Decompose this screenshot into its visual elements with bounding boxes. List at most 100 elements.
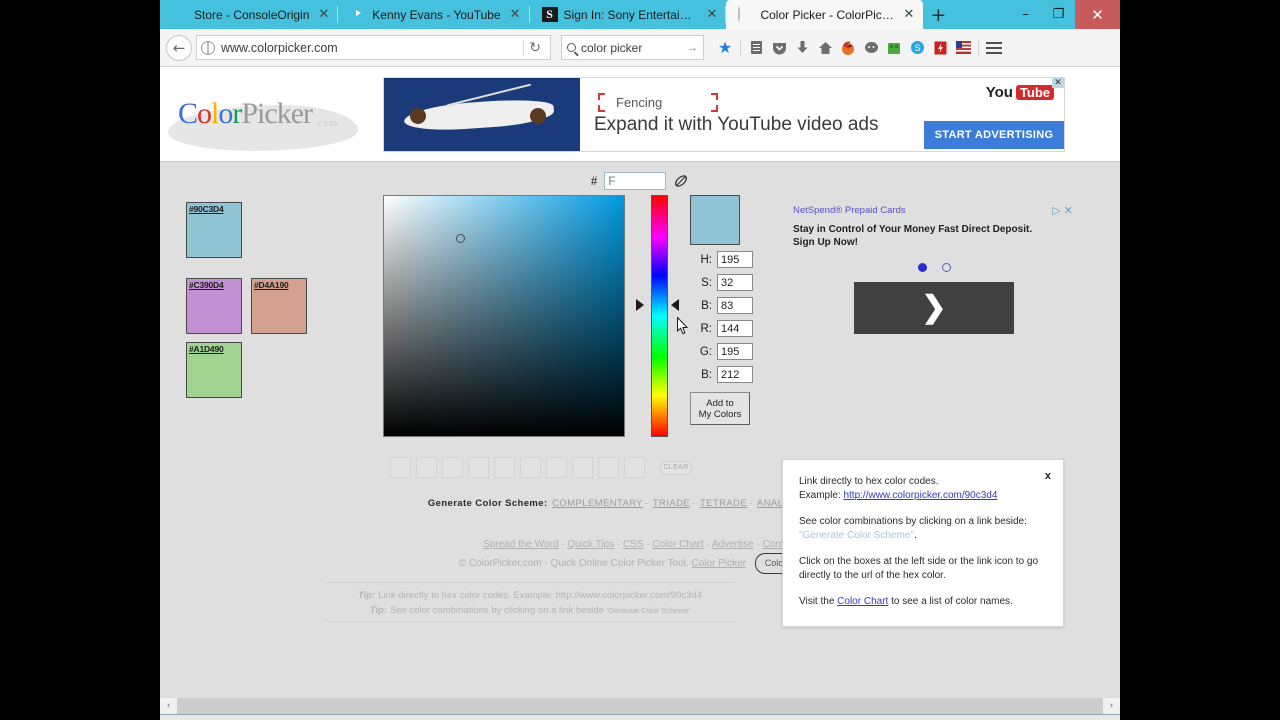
ad-close-icon[interactable]: ✕	[1052, 78, 1064, 88]
site-logo[interactable]: ColorPicker .com	[168, 97, 368, 151]
firefox-icon[interactable]	[837, 35, 859, 61]
history-slot[interactable]	[520, 457, 541, 478]
search-input[interactable]: color picker	[581, 41, 682, 55]
history-slot[interactable]	[468, 457, 489, 478]
chat-icon[interactable]	[860, 35, 882, 61]
history-slot[interactable]	[572, 457, 593, 478]
history-slot[interactable]	[546, 457, 567, 478]
download-icon[interactable]	[791, 35, 813, 61]
reading-list-icon[interactable]	[745, 35, 767, 61]
tab-close-icon[interactable]: ✕	[315, 6, 332, 23]
saturation-input[interactable]	[717, 274, 753, 291]
ad-video-play-area[interactable]: ❯	[854, 282, 1014, 334]
right-advertisement[interactable]: ▷ ✕ NetSpend® Prepaid Cards Stay in Cont…	[793, 204, 1075, 348]
clear-history-button[interactable]: CLEAR	[660, 460, 692, 475]
saturation-label: S:	[701, 276, 712, 289]
tab-close-icon[interactable]: ✕	[900, 6, 917, 23]
tab-close-icon[interactable]: ✕	[507, 6, 524, 23]
color-swatch[interactable]: #A1D490	[186, 342, 242, 398]
scroll-track[interactable]	[177, 697, 1103, 715]
tab-close-icon[interactable]: ✕	[704, 6, 721, 23]
hex-input[interactable]	[604, 172, 667, 190]
history-slot[interactable]	[494, 457, 515, 478]
popup-example-link[interactable]: http://www.colorpicker.com/90c3d4	[843, 490, 997, 501]
footer-link-chart[interactable]: Color Chart	[652, 539, 703, 550]
skype-icon[interactable]: S	[906, 35, 928, 61]
hue-slider[interactable]	[636, 195, 679, 437]
color-swatch[interactable]: #C390D4	[186, 278, 242, 334]
color-swatch[interactable]: #D4A190	[251, 278, 307, 334]
scroll-right-button[interactable]: ›	[1103, 698, 1120, 715]
footer-link-tips[interactable]: Quick Tips	[567, 539, 614, 550]
scheme-link-triade[interactable]: TRIADE	[653, 498, 690, 509]
hue-marker-left[interactable]	[636, 299, 644, 311]
flash-icon[interactable]	[929, 35, 951, 61]
blue-label: B:	[701, 368, 712, 381]
green-input[interactable]	[717, 343, 753, 360]
footer-link-spread[interactable]: Spread the Word	[483, 539, 558, 550]
history-slot[interactable]	[416, 457, 437, 478]
popup-color-chart-link[interactable]: Color Chart	[837, 596, 888, 607]
hue-gradient-bar[interactable]	[651, 195, 668, 437]
toolbar-icons: ★ S	[714, 35, 1005, 61]
address-bar[interactable]: www.colorpicker.com ↻	[196, 35, 551, 60]
mouse-pointer	[677, 316, 689, 335]
close-window-button[interactable]: ✕	[1075, 0, 1120, 29]
flag-icon[interactable]	[952, 35, 974, 61]
footer-link-advertise[interactable]: Advertise	[712, 539, 754, 550]
footer-colorpicker-link[interactable]: Color Picker	[692, 558, 746, 569]
hue-marker-right[interactable]	[671, 299, 679, 311]
browser-tab-store[interactable]: Store - ConsoleOrigin ✕	[160, 0, 339, 29]
swatch-hex-label: #90C3D4	[189, 204, 224, 214]
tip-line-1: Tip: Link directly to hex color codes. Ex…	[325, 588, 735, 603]
scheme-sep: ·	[645, 498, 649, 509]
browser-tab-colorpicker[interactable]: Color Picker - ColorPicker... ✕	[726, 0, 924, 29]
minimize-button[interactable]: –	[1009, 0, 1042, 29]
brightness-input[interactable]	[717, 297, 753, 314]
eyedropper-icon[interactable]	[673, 173, 689, 189]
search-go-icon[interactable]: →	[687, 42, 698, 54]
menu-icon[interactable]	[983, 35, 1005, 61]
home-icon[interactable]	[814, 35, 836, 61]
history-slot[interactable]	[624, 457, 645, 478]
saturation-brightness-picker[interactable]	[383, 195, 689, 437]
footer-link-css[interactable]: CSS	[623, 539, 644, 550]
browser-tab-youtube[interactable]: Kenny Evans - YouTube ✕	[338, 0, 530, 29]
history-slot[interactable]	[598, 457, 619, 478]
search-bar[interactable]: color picker →	[561, 35, 704, 60]
gradient-cursor[interactable]	[456, 234, 465, 243]
ad-close-icon[interactable]: ✕	[1064, 204, 1073, 217]
color-swatch[interactable]: #90C3D4	[186, 202, 242, 258]
right-ad-title[interactable]: NetSpend® Prepaid Cards	[793, 205, 1075, 216]
globe-icon	[201, 40, 215, 55]
hue-input[interactable]	[717, 251, 753, 268]
blue-input[interactable]	[717, 366, 753, 383]
pocket-icon[interactable]	[768, 35, 790, 61]
add-to-my-colors-button[interactable]: Add to My Colors	[690, 392, 750, 425]
new-tab-button[interactable]: +	[923, 0, 953, 29]
scheme-link-complementary[interactable]: COMPLEMENTARY	[552, 498, 643, 509]
browser-tab-sony[interactable]: S Sign In: Sony Entertainme... ✕	[529, 0, 727, 29]
carousel-dot-active[interactable]	[917, 263, 927, 272]
carousel-dot[interactable]	[941, 263, 951, 272]
logo-suffix: .com	[314, 118, 338, 129]
tip-quote: 'Generate Color Scheme'	[606, 606, 691, 615]
history-slot[interactable]	[390, 457, 411, 478]
reload-icon[interactable]: ↻	[523, 39, 546, 56]
horizontal-scrollbar[interactable]: ‹ ›	[160, 697, 1120, 715]
top-advertisement[interactable]: Fencing Expand it with YouTube video ads…	[383, 77, 1065, 152]
store-icon	[172, 7, 188, 23]
ad-info-icon[interactable]: ▷	[1052, 204, 1060, 217]
bookmark-star-icon[interactable]: ★	[714, 35, 736, 61]
scroll-left-button[interactable]: ‹	[160, 698, 177, 715]
red-input[interactable]	[717, 320, 753, 337]
back-button[interactable]: ←	[166, 34, 192, 61]
popup-close-button[interactable]: x	[1045, 469, 1051, 483]
green-extension-icon[interactable]	[883, 35, 905, 61]
ad-cta-button[interactable]: START ADVERTISING	[924, 121, 1064, 149]
tip-word: Tip:	[369, 605, 387, 616]
gradient-surface[interactable]	[384, 196, 624, 436]
scheme-link-tetrade[interactable]: TETRADE	[700, 498, 747, 509]
history-slot[interactable]	[442, 457, 463, 478]
maximize-button[interactable]: ❐	[1042, 0, 1075, 29]
